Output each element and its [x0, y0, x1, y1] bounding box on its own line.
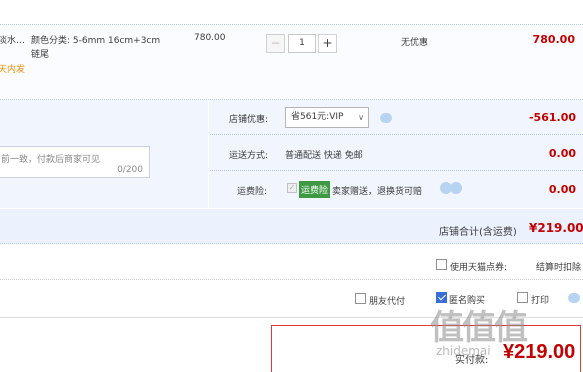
coupon-discount: -561.00: [528, 111, 576, 124]
coupon-label: 店铺优惠:: [229, 115, 269, 125]
shipping-row: 运送方式: 普通配送 快递 免邮 0.00: [210, 136, 583, 171]
increase-button[interactable]: +: [318, 34, 337, 53]
item-title[interactable]: 淡水…: [0, 33, 25, 46]
shipping-method: 普通配送 快递 免邮: [285, 151, 363, 161]
anonymous-label: 匿名购买: [449, 296, 486, 306]
message-placeholder: 前一致，付款后商家可见: [1, 155, 101, 165]
print-label: 打印: [531, 296, 550, 306]
order-options-area: 前一致，付款后商家可见 0/200 店铺优惠: 省561元:VIP ∨ -561…: [0, 100, 583, 208]
store-total-row: 店铺合计(含运费) ¥219.00: [0, 208, 583, 244]
friend-pay-label: 朋友代付: [369, 297, 406, 307]
store-coupon-row: 店铺优惠: 省561元:VIP ∨ -561.00: [210, 100, 583, 135]
tmall-points-label: 使用天猫点券:: [450, 263, 508, 273]
chevron-down-icon: ∨: [358, 113, 364, 122]
quantity-stepper: − 1 +: [266, 34, 338, 53]
shipping-label: 运送方式:: [229, 151, 269, 161]
insurance-label: 运费险:: [237, 187, 268, 197]
shipping-fee: 0.00: [548, 147, 576, 160]
decrease-button[interactable]: −: [266, 34, 285, 53]
insurance-checkbox[interactable]: ✓: [287, 183, 297, 193]
coupon-select[interactable]: 省561元:VIP ∨: [285, 107, 369, 128]
tmall-points-row: 使用天猫点券: 结算时扣除: [0, 246, 583, 280]
shipping-insurance-row: 运费险: ✓ 运费险 卖家赠送，退换货可赔 0.00: [210, 172, 583, 207]
coupon-selected-value: 省561元:VIP: [291, 112, 344, 122]
item-sku-extra: 链尾: [31, 50, 50, 60]
store-total-value: ¥219.00: [529, 221, 583, 235]
payment-summary-box: 实付款: ¥219.00: [271, 325, 581, 372]
help-icon[interactable]: [450, 182, 462, 194]
amount-paid-label: 实付款:: [455, 355, 489, 366]
print-checkbox[interactable]: [517, 292, 528, 303]
insurance-tag: 运费险: [299, 181, 331, 198]
help-icons[interactable]: [440, 182, 464, 194]
chat-bubble-icon[interactable]: [568, 293, 580, 303]
tmall-points-note: 结算时扣除: [536, 263, 582, 273]
payment-options-row: 朋友代付 匿名购买 打印: [0, 282, 583, 318]
insurance-description: 卖家赠送，退换货可赔: [332, 187, 423, 197]
message-char-count: 0/200: [117, 165, 143, 175]
unit-price: 780.00: [194, 33, 226, 43]
item-promotion: 无优惠: [401, 38, 429, 48]
amount-paid-value: ¥219.00: [503, 341, 576, 363]
insurance-fee: 0.00: [548, 183, 576, 196]
item-sku: 颜色分类: 5-6mm 16cm+3cm: [31, 36, 161, 46]
chat-bubble-icon[interactable]: [380, 113, 392, 123]
buyer-message-input[interactable]: 前一致，付款后商家可见 0/200: [0, 146, 150, 178]
order-item-row: 淡水… 天内发 颜色分类: 5-6mm 16cm+3cm 链尾 780.00 −…: [0, 24, 583, 100]
friend-pay-checkbox[interactable]: [355, 293, 366, 304]
buyer-message-panel: 前一致，付款后商家可见 0/200: [0, 100, 209, 208]
tmall-points-checkbox[interactable]: [436, 259, 447, 270]
item-subtotal: 780.00: [532, 33, 575, 46]
store-total-label: 店铺合计(含运费): [439, 227, 517, 238]
delivery-tag: 天内发: [0, 65, 26, 75]
anonymous-checkbox[interactable]: [436, 292, 447, 303]
quantity-input[interactable]: 1: [288, 34, 316, 53]
